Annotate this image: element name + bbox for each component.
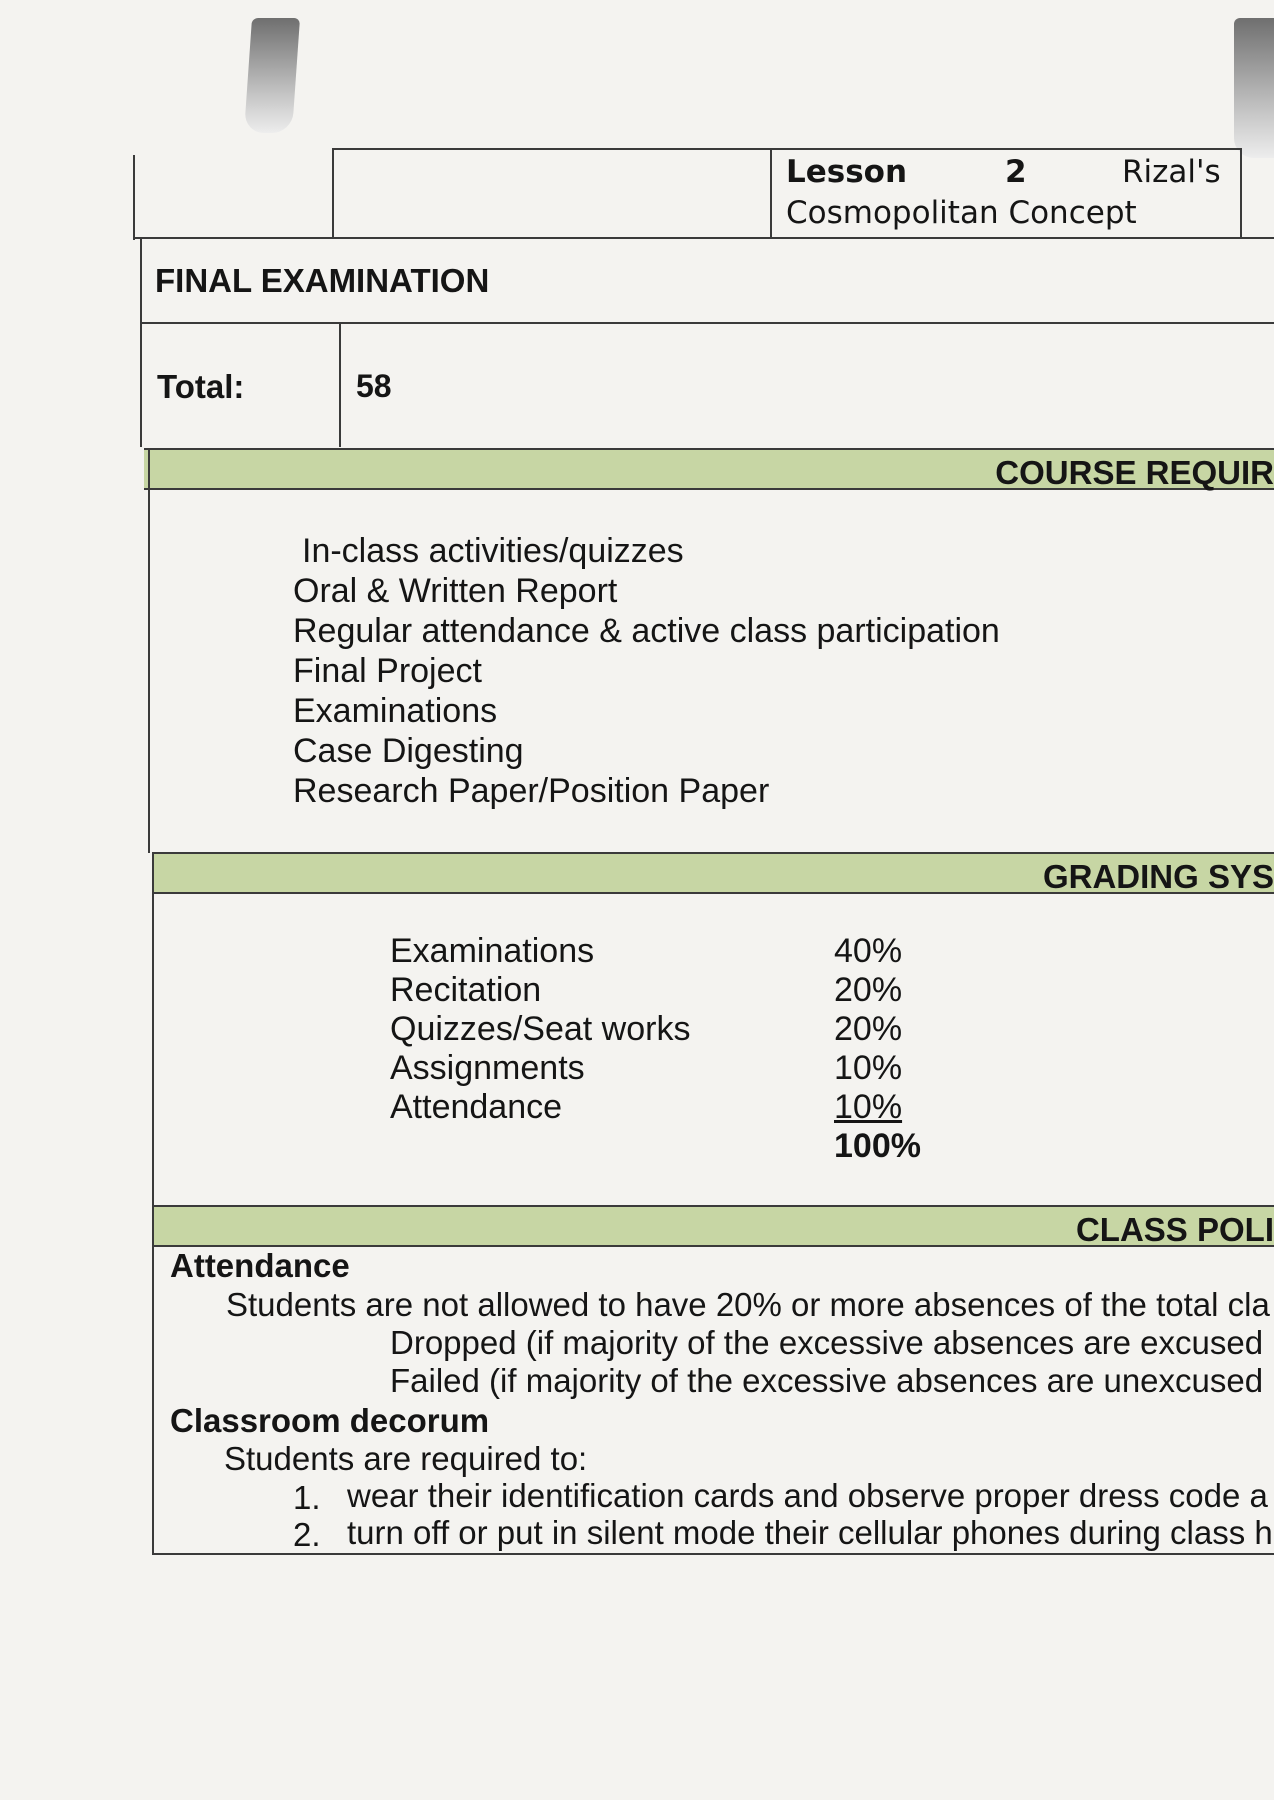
binder-clip-right [1234, 18, 1274, 158]
total-value: 58 [356, 368, 392, 404]
grading-system-band: GRADING SYS [154, 852, 1274, 895]
requirement-item: In-class activities/quizzes [302, 532, 684, 570]
requirement-item: Oral & Written Report [293, 572, 618, 610]
grading-left-border [152, 852, 154, 1207]
grading-label: Examinations [390, 932, 595, 970]
grading-value: 40% [834, 932, 903, 970]
course-requirements-heading: COURSE REQUIR [995, 454, 1274, 491]
binder-clip-left [243, 18, 301, 133]
grading-label: Quizzes/Seat works [390, 1010, 691, 1048]
attendance-text: Students are not allowed to have 20% or … [226, 1286, 1270, 1323]
failed-text: Failed (if majority of the excessive abs… [390, 1362, 1264, 1399]
requirement-item: Examinations [293, 692, 498, 730]
exam-left-border [140, 237, 142, 447]
requirement-item: Regular attendance & active class partic… [293, 612, 1000, 650]
lesson-title-part2: Cosmopolitan Concept [786, 195, 1137, 231]
decorum-intro: Students are required to: [224, 1440, 588, 1477]
grading-label: Attendance [390, 1088, 563, 1126]
requirements-left-border [148, 448, 150, 853]
policies-left-border [152, 1205, 154, 1555]
requirement-item: Final Project [293, 652, 482, 690]
exam-divider [140, 322, 1274, 324]
attendance-heading: Attendance [170, 1247, 350, 1284]
requirement-item: Research Paper/Position Paper [293, 772, 770, 810]
lesson-number: 2 [1005, 154, 1027, 190]
lesson-title-part1: Rizal's [1122, 154, 1221, 190]
grading-total: 100% [834, 1127, 921, 1165]
total-cell-divider [339, 322, 341, 447]
header-box-divider [770, 148, 772, 238]
grading-label: Assignments [390, 1049, 585, 1087]
class-policies-heading: CLASS POLI [1075, 1211, 1274, 1248]
requirement-item: Case Digesting [293, 732, 524, 770]
lesson-label: Lesson [786, 154, 908, 190]
dropped-text: Dropped (if majority of the excessive ab… [390, 1324, 1264, 1361]
header-box-left-border [332, 148, 334, 238]
grading-system-heading: GRADING SYS [1042, 858, 1274, 895]
total-label: Total: [157, 368, 245, 405]
course-requirements-band: COURSE REQUIR [144, 448, 1274, 491]
header-box-top-border [332, 148, 1242, 150]
grading-value: 20% [834, 1010, 903, 1048]
decorum-item-number: 1. [293, 1479, 321, 1516]
decorum-item-number: 2. [293, 1516, 321, 1553]
decorum-item-text: turn off or put in silent mode their cel… [347, 1514, 1273, 1551]
decorum-heading: Classroom decorum [170, 1402, 490, 1439]
decorum-item-text: wear their identification cards and obse… [347, 1477, 1268, 1514]
header-box-right-border [1240, 148, 1242, 238]
grading-value: 10% [834, 1088, 903, 1126]
grading-value: 20% [834, 971, 903, 1009]
header-outer-left-border [133, 155, 135, 240]
header-box-bottom-border [133, 237, 1274, 239]
grading-label: Recitation [390, 971, 542, 1009]
grading-value: 10% [834, 1049, 903, 1087]
exam-title: FINAL EXAMINATION [155, 262, 490, 299]
class-policies-band: CLASS POLI [154, 1205, 1274, 1248]
